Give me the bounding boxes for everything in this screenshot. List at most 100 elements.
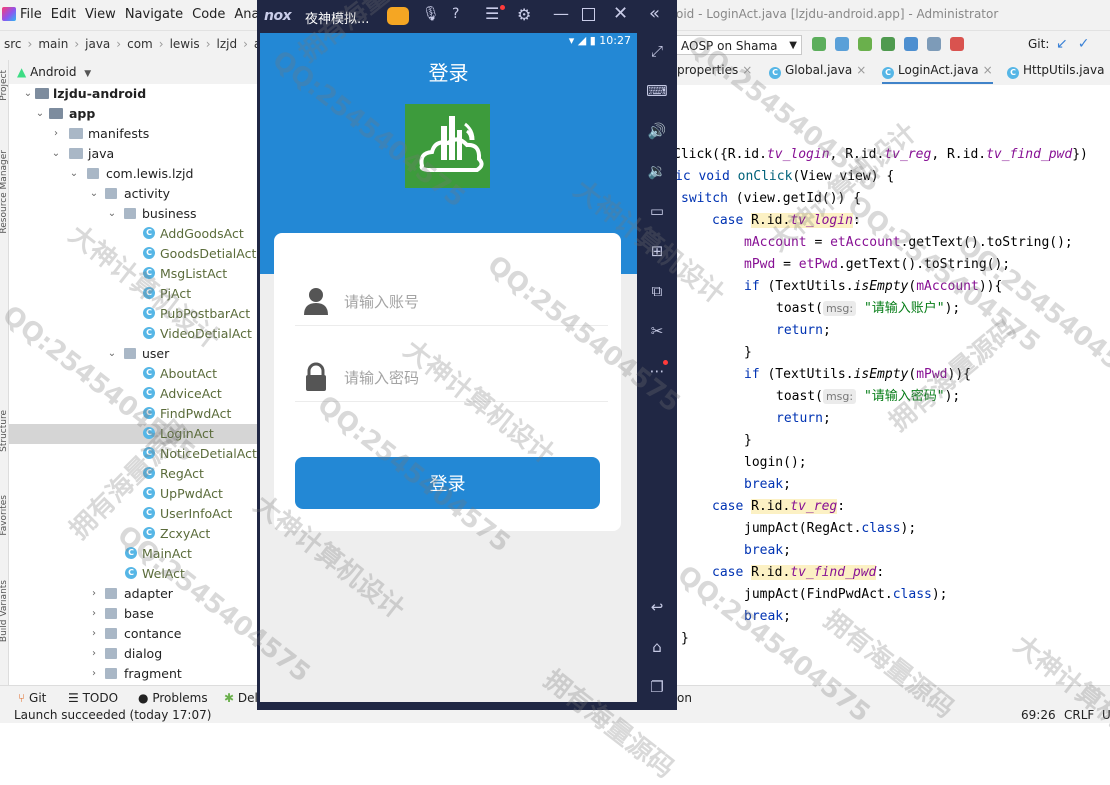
password-field[interactable]: 请输入密码 xyxy=(295,351,608,402)
minimize-icon[interactable]: — xyxy=(553,4,569,23)
tree-item[interactable]: › base xyxy=(9,604,257,624)
tab-httputils-java[interactable]: C HttpUtils.java xyxy=(1007,63,1104,79)
back-icon[interactable]: ↩ xyxy=(645,595,669,619)
keyboard-icon[interactable]: ⌨ xyxy=(645,79,669,103)
menu-file[interactable]: File xyxy=(20,7,42,22)
tool-git[interactable]: ⑂ Git xyxy=(18,691,46,705)
tree-item[interactable]: C NoticeDetialAct xyxy=(9,444,257,464)
tree-item-selected[interactable]: C LoginAct xyxy=(9,424,257,444)
run-coverage-icon[interactable] xyxy=(927,37,941,51)
tree-item[interactable]: C MsgListAct xyxy=(9,264,257,284)
tree-item[interactable]: C AboutAct xyxy=(9,364,257,384)
tool-favorites[interactable]: Favorites xyxy=(0,495,9,536)
tree-item[interactable]: › contance xyxy=(9,624,257,644)
close-icon[interactable]: × xyxy=(983,63,993,77)
tree-item[interactable]: › dialog xyxy=(9,644,257,664)
tree-item[interactable]: ⌄ business xyxy=(9,204,257,224)
git-commit-icon[interactable]: ✓ xyxy=(1078,36,1090,52)
scissors-icon[interactable]: ✂ xyxy=(645,319,669,343)
tab-properties[interactable]: properties × xyxy=(677,63,752,77)
line-ending[interactable]: CRLF xyxy=(1064,708,1094,722)
caret-position[interactable]: 69:26 xyxy=(1021,708,1056,722)
code-line: ic void onClick(View view) { xyxy=(675,167,894,187)
tool-todo[interactable]: ☰ TODO xyxy=(68,691,118,705)
home-icon[interactable]: ⌂ xyxy=(645,635,669,659)
settings-gear-icon[interactable]: ⚙ xyxy=(517,5,531,24)
menu-analyze[interactable]: Ana xyxy=(234,7,259,22)
account-field[interactable]: 请输入账号 xyxy=(295,275,608,326)
tree-item[interactable]: › manifests xyxy=(9,124,257,144)
breadcrumb-lewis[interactable]: lewis xyxy=(170,37,200,51)
menu-icon[interactable]: ☰ xyxy=(485,4,499,23)
collapse-sidebar-icon[interactable]: « xyxy=(649,3,660,24)
tree-item[interactable]: C WelAct xyxy=(9,564,257,584)
microphone-icon[interactable]: 🎙 xyxy=(422,6,440,22)
tab-global-java[interactable]: C Global.java × xyxy=(769,63,866,79)
tool-project[interactable]: Project xyxy=(0,70,9,101)
gamepad-icon[interactable] xyxy=(387,7,409,25)
tool-debug[interactable]: ✱ Del xyxy=(224,691,258,705)
menu-navigate[interactable]: Navigate xyxy=(125,7,183,22)
code-editor[interactable]: Click({R.id.tv_login, R.id.tv_reg, R.id.… xyxy=(673,85,1110,685)
breadcrumb-lzjd[interactable]: lzjd xyxy=(217,37,238,51)
project-view-selector[interactable]: ▲ Android ▼ xyxy=(17,65,91,79)
tree-item[interactable]: ⌄ user xyxy=(9,344,257,364)
tree-item[interactable]: C FindPwdAct xyxy=(9,404,257,424)
close-icon[interactable]: ✕ xyxy=(613,3,628,24)
tool-resource-manager[interactable]: Resource Manager xyxy=(0,150,9,234)
tree-item[interactable]: C MainAct xyxy=(9,544,257,564)
tree-item[interactable]: C RegAct xyxy=(9,464,257,484)
breadcrumb-java[interactable]: java xyxy=(85,37,110,51)
tree-item[interactable]: ⌄ activity xyxy=(9,184,257,204)
tree-item[interactable]: ⌄ com.lewis.lzjd xyxy=(9,164,257,184)
apply-changes-icon[interactable] xyxy=(812,37,826,51)
screen-icon[interactable]: ▭ xyxy=(645,199,669,223)
tree-item[interactable]: C AdviceAct xyxy=(9,384,257,404)
profile-icon[interactable] xyxy=(881,37,895,51)
tab-loginact-java[interactable]: C LoginAct.java × xyxy=(882,63,993,84)
tree-item[interactable]: ⌄ lzjdu-android xyxy=(9,84,257,104)
login-button[interactable]: 登录 xyxy=(295,457,600,509)
breadcrumb-com[interactable]: com xyxy=(127,37,153,51)
apply-code-changes-icon[interactable] xyxy=(835,37,849,51)
attach-debugger-icon[interactable] xyxy=(904,37,918,51)
tree-item-label: UpPwdAct xyxy=(160,486,223,501)
tool-problems[interactable]: ● Problems xyxy=(138,691,208,705)
menu-code[interactable]: Code xyxy=(192,7,225,22)
tree-item[interactable]: C GoodsDetialAct xyxy=(9,244,257,264)
menu-edit[interactable]: Edit xyxy=(51,7,76,22)
recent-apps-icon[interactable]: ❐ xyxy=(645,675,669,699)
file-encoding[interactable]: U xyxy=(1102,708,1110,722)
close-icon[interactable]: × xyxy=(742,63,752,77)
tree-item[interactable]: ⌄ app xyxy=(9,104,257,124)
tool-more[interactable]: on xyxy=(677,691,692,705)
volume-down-icon[interactable]: 🔉 xyxy=(645,159,669,183)
tool-structure[interactable]: Structure xyxy=(0,410,9,452)
stop-icon[interactable] xyxy=(950,37,964,51)
menu-view[interactable]: View xyxy=(85,7,116,22)
tree-item[interactable]: C PubPostbarAct xyxy=(9,304,257,324)
tree-item[interactable]: › adapter xyxy=(9,584,257,604)
maximize-icon[interactable] xyxy=(582,8,595,21)
tree-item[interactable]: C PjAct xyxy=(9,284,257,304)
git-update-icon[interactable]: ↙ xyxy=(1056,36,1068,52)
breadcrumb-main[interactable]: main xyxy=(38,37,68,51)
close-icon[interactable]: × xyxy=(856,63,866,77)
tree-item[interactable]: C AddGoodsAct xyxy=(9,224,257,244)
tree-item[interactable]: C VideoDetialAct xyxy=(9,324,257,344)
tree-item[interactable]: C UserInfoAct xyxy=(9,504,257,524)
breadcrumb-src[interactable]: src xyxy=(4,37,22,51)
project-view-header[interactable]: ▲ Android ▼ xyxy=(9,60,257,85)
install-apk-icon[interactable]: ⊞ xyxy=(645,239,669,263)
volume-up-icon[interactable]: 🔊 xyxy=(645,119,669,143)
tool-build-variants[interactable]: Build Variants xyxy=(0,580,9,642)
multi-instance-icon[interactable]: ⧉ xyxy=(645,279,669,303)
fullscreen-icon[interactable]: ⤢ xyxy=(645,39,669,63)
device-selector[interactable]: AOSP on Shama ▼ xyxy=(676,35,802,55)
tree-item[interactable]: › fragment xyxy=(9,664,257,684)
tree-item[interactable]: ⌄ java xyxy=(9,144,257,164)
tree-item[interactable]: C UpPwdAct xyxy=(9,484,257,504)
help-icon[interactable]: ? xyxy=(452,6,459,22)
tree-item[interactable]: C ZcxyAct xyxy=(9,524,257,544)
debug-icon[interactable] xyxy=(858,37,872,51)
